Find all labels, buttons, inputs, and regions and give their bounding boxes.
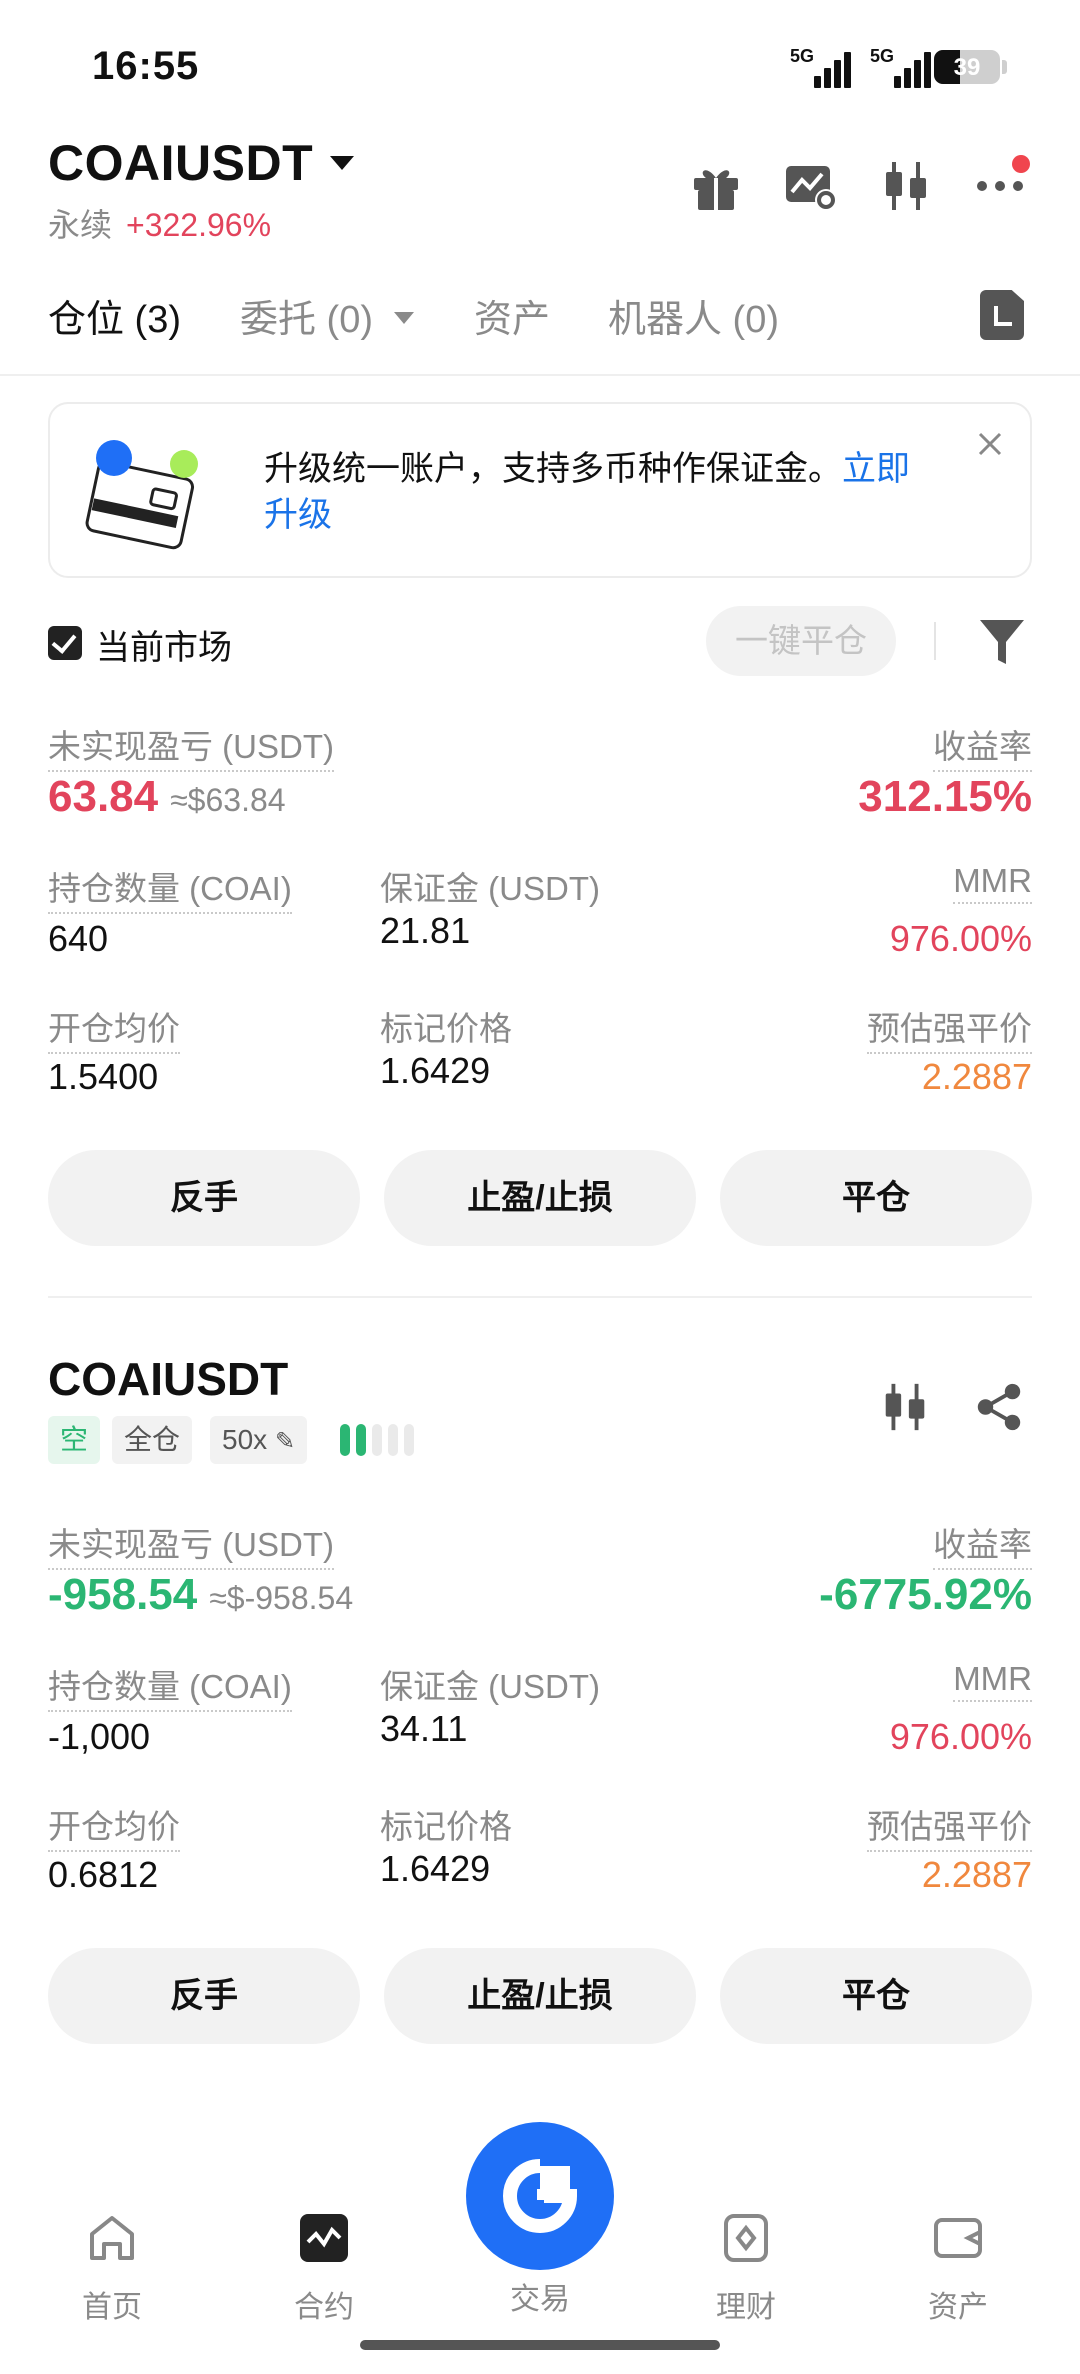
divider [48, 1296, 1032, 1298]
wallet-illustration-icon [85, 440, 198, 550]
position-qty-value: 640 [48, 918, 109, 959]
banner-message: 升级统一账户，支持多币种作保证金。立即 升级 [264, 450, 910, 534]
leverage-badge[interactable]: 50x ✎ [210, 1416, 308, 1464]
price-change: +322.96% [126, 207, 272, 243]
adl-indicator [340, 1424, 430, 1456]
roi-label[interactable]: 收益率 [933, 1518, 1032, 1570]
position-card-2: 未实现盈亏 (USDT) 收益率 -958.54 ≈$-958.54 -6775.… [48, 1518, 1032, 2044]
unrealized-pnl-label[interactable]: 未实现盈亏 (USDT) [48, 720, 334, 772]
upgrade-banner: 升级统一账户，支持多币种作保证金。立即 升级 [48, 402, 1032, 578]
tab-assets[interactable]: 资产 [474, 288, 550, 343]
edit-icon: ✎ [274, 1428, 296, 1455]
margin-value: 34.11 [380, 1708, 468, 1749]
position-qty-label[interactable]: 持仓数量 (COAI) [48, 1660, 292, 1712]
home-icon [90, 2216, 134, 2260]
symbol-subtitle: 永续 +322.96% [48, 200, 271, 246]
earn-icon [724, 2214, 768, 2262]
entry-price-label[interactable]: 开仓均价 [48, 1800, 180, 1852]
candlestick-icon[interactable] [878, 158, 934, 214]
contract-type: 永续 [48, 207, 113, 243]
position-qty-label[interactable]: 持仓数量 (COAI) [48, 862, 292, 914]
close-position-button[interactable]: 平仓 [720, 1150, 1032, 1246]
reverse-button[interactable]: 反手 [48, 1150, 360, 1246]
nav-home[interactable]: 首页 [42, 2208, 182, 2328]
liq-price-value: 2.2887 [921, 1854, 1032, 1895]
mmr-value: 976.00% [889, 918, 1032, 959]
entry-price-label[interactable]: 开仓均价 [48, 1002, 180, 1054]
share-icon[interactable] [972, 1380, 1026, 1434]
status-bar: 16:55 5G 5G 39 [0, 0, 1080, 130]
tp-sl-button[interactable]: 止盈/止损 [384, 1948, 696, 2044]
home-indicator[interactable] [360, 2340, 720, 2350]
unrealized-pnl-label[interactable]: 未实现盈亏 (USDT) [48, 1518, 334, 1570]
entry-price-value: 0.6812 [48, 1854, 159, 1895]
mark-price-value: 1.6429 [380, 1848, 491, 1889]
side-badge: 空 [48, 1416, 101, 1464]
position-card-1: 未实现盈亏 (USDT) 收益率 63.84 ≈$63.84 312.15% 持仓… [48, 720, 1032, 1246]
divider [0, 374, 1080, 376]
liq-price-label[interactable]: 预估强平价 [867, 1002, 1032, 1054]
battery-icon: 39 [934, 50, 1000, 84]
margin-value: 21.81 [380, 910, 471, 951]
tp-sl-button[interactable]: 止盈/止损 [384, 1150, 696, 1246]
cellular-signal-icon-2: 5G [870, 46, 938, 88]
trade-icon [503, 2159, 578, 2233]
notification-dot [1012, 155, 1030, 173]
cellular-signal-icon: 5G [790, 46, 858, 88]
mmr-value: 976.00% [889, 1716, 1032, 1757]
chevron-down-icon[interactable] [394, 312, 414, 324]
nav-earn[interactable]: 理财 [676, 2208, 816, 2328]
position-qty-value: -1,000 [48, 1716, 151, 1757]
mark-price-label: 标记价格 [380, 1010, 512, 1047]
liq-price-value: 2.2887 [921, 1056, 1032, 1097]
roi-value: -6775.92% [819, 1570, 1032, 1619]
current-market-checkbox[interactable] [48, 626, 82, 660]
margin-mode-badge[interactable]: 全仓 [112, 1416, 193, 1464]
futures-icon [300, 2214, 348, 2262]
upgrade-link[interactable]: 立即 [842, 450, 910, 488]
chart-settings-icon[interactable] [782, 158, 838, 214]
trade-label: 交易 [510, 2283, 570, 2316]
mark-price-label: 标记价格 [380, 1808, 512, 1845]
tab-bots[interactable]: 机器人 (0) [608, 288, 779, 343]
close-position-button[interactable]: 平仓 [720, 1948, 1032, 2044]
status-time: 16:55 [92, 44, 200, 88]
margin-label: 保证金 (USDT) [380, 1668, 600, 1705]
close-all-button[interactable]: 一键平仓 [706, 606, 896, 676]
symbol-selector[interactable]: COAIUSDT [48, 134, 313, 192]
unrealized-pnl-value: -958.54 ≈$-958.54 [48, 1570, 354, 1619]
filter-icon[interactable] [978, 616, 1026, 668]
liq-price-label[interactable]: 预估强平价 [867, 1800, 1032, 1852]
mmr-label[interactable]: MMR [953, 1660, 1032, 1702]
entry-price-value: 1.5400 [48, 1056, 159, 1097]
history-document-icon[interactable] [980, 290, 1024, 340]
chevron-down-icon[interactable] [330, 156, 354, 170]
roi-value: 312.15% [858, 772, 1032, 821]
gift-icon[interactable] [688, 158, 744, 214]
tab-orders[interactable]: 委托 (0) [240, 288, 373, 343]
tab-positions[interactable]: 仓位 (3) [48, 288, 181, 343]
roi-label[interactable]: 收益率 [933, 720, 1032, 772]
mark-price-value: 1.6429 [380, 1050, 491, 1091]
mmr-label[interactable]: MMR [953, 862, 1032, 904]
unrealized-pnl-value: 63.84 ≈$63.84 [48, 772, 286, 821]
reverse-button[interactable]: 反手 [48, 1948, 360, 2044]
trade-button[interactable] [466, 2122, 614, 2270]
upgrade-link-line2[interactable]: 升级 [264, 496, 332, 534]
close-icon[interactable] [972, 426, 1008, 462]
position-symbol[interactable]: COAIUSDT [48, 1352, 288, 1406]
nav-futures[interactable]: 合约 [254, 2208, 394, 2328]
divider [934, 622, 936, 660]
margin-label: 保证金 (USDT) [380, 870, 600, 907]
candlestick-icon[interactable] [878, 1380, 932, 1434]
wallet-icon [934, 2218, 982, 2258]
current-market-label[interactable]: 当前市场 [96, 620, 232, 669]
nav-assets[interactable]: 资产 [888, 2208, 1028, 2328]
